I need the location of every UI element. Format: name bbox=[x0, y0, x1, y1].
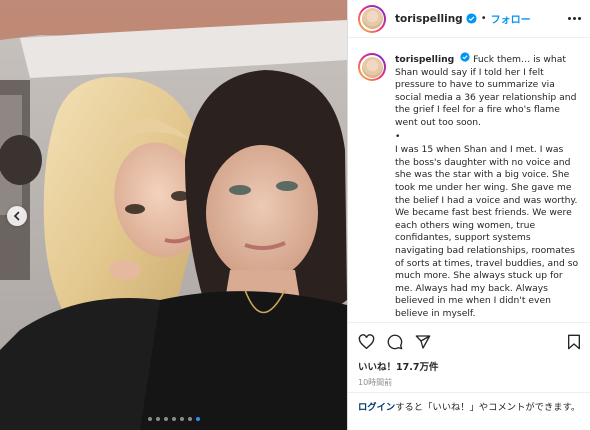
username-link[interactable]: torispelling bbox=[395, 13, 463, 25]
caption-avatar[interactable] bbox=[358, 53, 386, 81]
carousel-dot bbox=[187, 417, 192, 421]
carousel-dot bbox=[147, 417, 152, 421]
login-prompt: ログインすると「いいね！」やコメントができます。 bbox=[348, 392, 590, 414]
chevron-left-icon bbox=[13, 211, 20, 221]
likes-count[interactable]: いいね！17.7万件 bbox=[348, 359, 590, 373]
carousel-dot bbox=[171, 417, 176, 421]
bookmark-icon[interactable] bbox=[567, 334, 581, 350]
avatar[interactable] bbox=[358, 4, 386, 33]
login-prompt-text: すると「いいね！」やコメントができます。 bbox=[395, 402, 581, 413]
heart-icon[interactable] bbox=[358, 334, 375, 350]
caption-body: I was 15 when Shan and I met. I was the … bbox=[395, 144, 579, 319]
more-options-icon[interactable] bbox=[568, 17, 581, 20]
caption-bullet: • bbox=[395, 130, 401, 142]
post-timestamp[interactable]: 10時間前 bbox=[348, 377, 590, 388]
carousel-dot bbox=[179, 417, 184, 421]
carousel-indicator bbox=[0, 417, 347, 421]
post-side-panel: torispelling • フォロー torispelling Fuck th… bbox=[347, 0, 590, 430]
caption-area: torispelling Fuck them… is what Shan wou… bbox=[348, 39, 590, 322]
post-header: torispelling • フォロー bbox=[348, 0, 590, 38]
verified-badge-icon bbox=[466, 13, 477, 24]
verified-badge-icon bbox=[460, 52, 470, 62]
share-icon[interactable] bbox=[415, 334, 431, 350]
separator-dot: • bbox=[480, 13, 487, 24]
carousel-dot bbox=[163, 417, 168, 421]
login-link[interactable]: ログイン bbox=[358, 402, 395, 413]
post-photo bbox=[0, 0, 347, 430]
follow-button[interactable]: フォロー bbox=[491, 11, 531, 26]
comment-icon[interactable] bbox=[387, 334, 403, 350]
carousel-dot bbox=[155, 417, 160, 421]
caption-text: torispelling Fuck them… is what Shan wou… bbox=[395, 52, 581, 320]
caption-username[interactable]: torispelling bbox=[395, 54, 454, 65]
action-bar bbox=[348, 323, 590, 361]
carousel-prev-button[interactable] bbox=[7, 206, 27, 226]
carousel-dot bbox=[195, 417, 200, 421]
caption-intro: Fuck them… is what Shan would say if I t… bbox=[395, 54, 577, 128]
selfie-photo bbox=[0, 0, 347, 430]
post-footer: いいね！17.7万件 10時間前 bbox=[348, 322, 590, 388]
